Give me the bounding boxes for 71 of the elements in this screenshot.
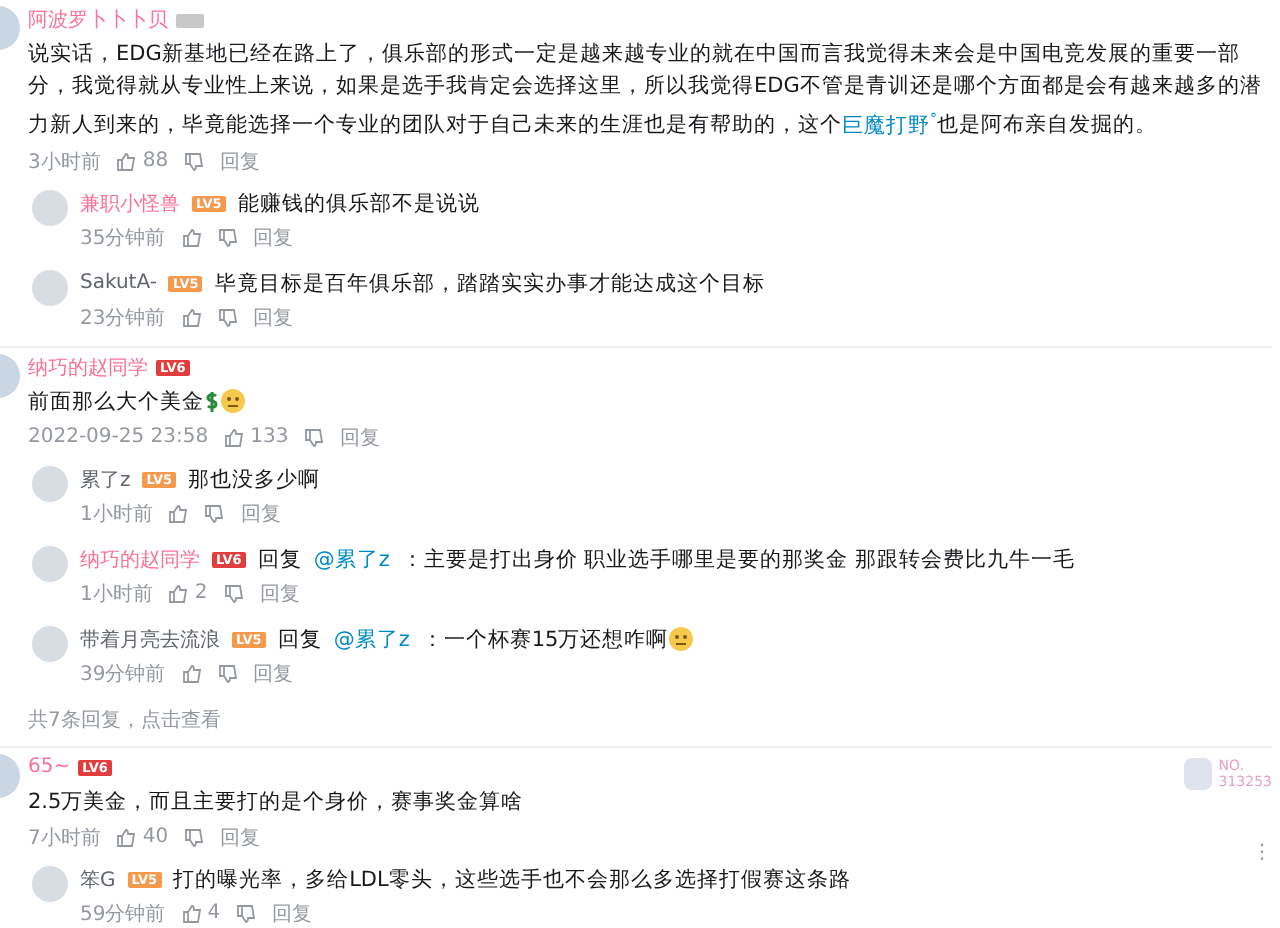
dislike-icon[interactable] xyxy=(184,827,205,847)
user-name[interactable]: 带着月亮去流浪 xyxy=(80,625,220,653)
dislike-icon[interactable] xyxy=(184,151,205,171)
like-icon[interactable] xyxy=(168,503,189,523)
reply-text: 能赚钱的俱乐部不是说说 xyxy=(237,189,480,217)
like-count: 4 xyxy=(207,902,221,924)
comment-time: 2022-09-25 23:58 xyxy=(28,426,209,448)
dollar-emoji-icon xyxy=(204,389,220,414)
like-icon[interactable] xyxy=(224,427,245,447)
face-emoji-icon xyxy=(668,626,695,653)
dislike-icon[interactable] xyxy=(217,663,238,683)
like-icon[interactable] xyxy=(181,227,202,247)
like-icon[interactable] xyxy=(168,583,189,603)
reply-link[interactable]: 回复 xyxy=(240,499,281,527)
reply-text: 那也没多少啊 xyxy=(188,465,321,493)
comment-time: 1小时前 xyxy=(80,501,153,527)
reply-link[interactable]: 回复 xyxy=(259,579,300,607)
comment-time: 39分钟前 xyxy=(80,661,166,687)
search-link[interactable]: 巨魔打野$^{°}$ xyxy=(842,113,937,137)
like-icon[interactable] xyxy=(116,151,137,171)
like-icon[interactable] xyxy=(181,663,202,683)
reply-text: ：主要是打出身价 职业选手哪里是要的那奖金 那跟转会费比九牛一毛 xyxy=(401,545,1076,573)
reply-prefix: 回复 xyxy=(277,625,322,653)
face-emoji-icon xyxy=(220,388,246,415)
fan-badge-avatar-icon xyxy=(1184,757,1213,789)
user-name[interactable]: 纳巧的赵同学 xyxy=(28,353,148,381)
level-badge-icon xyxy=(176,13,204,27)
user-name[interactable]: 兼职小怪兽 xyxy=(80,189,180,217)
mention-link[interactable]: @累了z xyxy=(313,545,390,573)
like-icon[interactable] xyxy=(181,903,202,923)
reply-link[interactable]: 回复 xyxy=(220,823,261,851)
reply-link[interactable]: 回复 xyxy=(253,223,294,251)
user-name[interactable]: 笨G xyxy=(80,865,116,893)
dislike-icon[interactable] xyxy=(236,903,257,923)
mention-link[interactable]: @累了z xyxy=(333,625,410,653)
reply-link[interactable]: 回复 xyxy=(253,303,294,331)
dislike-icon[interactable] xyxy=(204,503,225,523)
reply-link[interactable]: 回复 xyxy=(272,899,313,927)
like-count: 133 xyxy=(250,426,289,448)
like-icon[interactable] xyxy=(181,307,202,327)
comment-text: 前面那么大个美金 xyxy=(28,385,1272,417)
comment-time: 59分钟前 xyxy=(80,901,166,927)
reply-text: ：一个杯赛15万还想咋啊 xyxy=(421,625,695,653)
comment-text: 说实话，EDG新基地已经在路上了，俱乐部的形式一定是越来越专业的就在中国而言我觉得未来会是中国电竞发展的重要一部分，我觉得就从专业性上来说，如果是选手我肯定会选择这里，所以我觉得EDG不管是青训还是哪个方面都是会有越来越多的潜力新人到来的，毕竟能选择一个专业的团队对于自己未来的生涯也是有帮助的，这个巨魔打野$^{°}$也是阿布亲自发掘的。 xyxy=(28,40,1264,141)
reply-link[interactable]: 回复 xyxy=(340,423,381,451)
more-replies-text[interactable]: 共7条回复，点击查看 xyxy=(28,705,1272,733)
reply-link[interactable]: 回复 xyxy=(220,147,261,175)
reply-text: 毕竟目标是百年俱乐部，踏踏实实办事才能达成这个目标 xyxy=(214,269,765,297)
reply-prefix: 回复 xyxy=(257,545,302,573)
dislike-icon[interactable] xyxy=(217,227,238,247)
reply-link[interactable]: 回复 xyxy=(253,659,294,687)
dislike-icon[interactable] xyxy=(217,307,238,327)
like-count: 88 xyxy=(142,150,169,172)
comment-time: 35分钟前 xyxy=(80,225,166,251)
comment-time: 3小时前 xyxy=(28,149,101,175)
like-icon[interactable] xyxy=(116,827,137,847)
comment-text: 2.5万美金，而且主要打的是个身价，赛事奖金算啥 xyxy=(28,787,526,817)
like-count: 2 xyxy=(194,582,208,604)
reply-text: 打的曝光率，多给LDL零头，这些选手也不会那么多选择打假赛这条路 xyxy=(173,865,851,893)
dislike-icon[interactable] xyxy=(304,427,325,447)
comment-time: 23分钟前 xyxy=(80,305,166,331)
user-name[interactable]: SakutA- xyxy=(80,272,157,294)
comment-time: 1小时前 xyxy=(80,581,153,607)
user-name[interactable]: 累了z xyxy=(80,465,131,493)
user-name[interactable]: 阿波罗卜卜卜贝 xyxy=(28,6,168,34)
user-name[interactable]: 65~ xyxy=(28,756,71,778)
user-name[interactable]: 纳巧的赵同学 xyxy=(80,545,200,573)
dislike-icon[interactable] xyxy=(223,583,244,603)
comment-time: 7小时前 xyxy=(28,825,101,851)
like-count: 40 xyxy=(142,826,169,848)
more-options-button[interactable]: ⋮ xyxy=(1252,841,1272,863)
